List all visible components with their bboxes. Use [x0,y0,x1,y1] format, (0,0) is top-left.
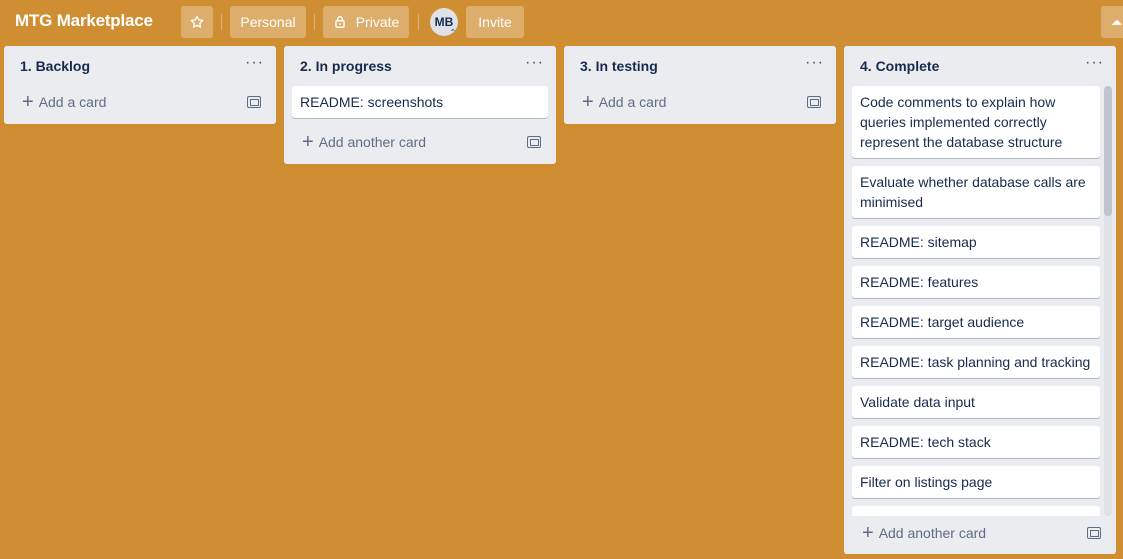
star-icon [190,15,204,28]
list-header: 1. Backlog ··· [4,46,276,86]
card-title: README: features [860,274,979,290]
card-template-icon[interactable] [527,136,541,148]
header-divider [418,14,419,30]
list-complete: 4. Complete ··· Code comments to explain… [844,46,1116,554]
plus-icon: + [862,522,874,544]
add-card-footer: + Add another card [844,516,1116,554]
card-title: Evaluate whether database calls are mini… [860,174,1086,210]
add-card-label: Add a card [598,94,667,110]
card[interactable]: README: tech stack [852,426,1100,458]
add-card-button[interactable]: + Add another card [852,519,1062,547]
card-title: README: target audience [860,314,1025,330]
menu-icon [1111,19,1123,25]
list-menu-icon[interactable]: ··· [805,54,824,72]
card-title: README: task planning and tracking [860,354,1091,370]
list-title[interactable]: 3. In testing [580,58,658,74]
add-card-button[interactable]: + Add another card [292,128,502,156]
add-card-label: Add another card [878,525,987,541]
plus-icon: + [22,91,34,113]
star-button[interactable] [181,6,213,38]
card-template-icon[interactable] [1087,527,1101,539]
card-title: README: sitemap [860,234,977,250]
list-menu-icon[interactable]: ··· [525,54,544,72]
list-header: 4. Complete ··· [844,46,1116,86]
list-in-testing: 3. In testing ··· + Add a card [564,46,836,124]
list-backlog: 1. Backlog ··· + Add a card [4,46,276,124]
list-header: 3. In testing ··· [564,46,836,86]
card[interactable]: README: target audience [852,306,1100,338]
list-title[interactable]: 2. In progress [300,58,392,74]
board-header: MTG Marketplace Personal Private MB ⌃ In… [0,0,1123,44]
card-title: README: tech stack [860,434,991,450]
invite-button[interactable]: Invite [466,6,524,38]
member-avatar[interactable]: MB ⌃ [430,8,458,37]
card[interactable]: README: sitemap [852,226,1100,258]
card-template-icon[interactable] [807,96,821,108]
list-in-progress: 2. In progress ··· README: screenshots +… [284,46,556,164]
card[interactable]: README: features [852,266,1100,298]
add-card-button[interactable]: + Add a card [572,88,782,116]
card[interactable]: Evaluate whether database calls are mini… [852,166,1100,218]
admin-chevron-icon: ⌃ [449,28,457,37]
card[interactable]: Code comments to explain how queries imp… [852,86,1100,158]
card[interactable]: Validate data input [852,386,1100,418]
plus-icon: + [302,131,314,153]
visibility-label: Private [355,14,400,30]
add-card-button[interactable]: + Add a card [12,88,222,116]
header-divider [221,14,222,30]
workspace-label: Personal [240,14,296,30]
list-header: 2. In progress ··· [284,46,556,86]
card-title: README: screenshots [300,94,444,110]
invite-label: Invite [478,14,512,30]
lock-icon [334,16,345,28]
add-card-label: Add a card [38,94,107,110]
visibility-button[interactable]: Private [323,6,409,38]
list-menu-icon[interactable]: ··· [245,54,264,72]
show-menu-button[interactable] [1101,6,1123,38]
avatar-initials: MB [434,15,454,29]
card-template-icon[interactable] [247,96,261,108]
board-title[interactable]: MTG Marketplace [15,11,153,31]
card-title: Validate data input [860,394,975,410]
list-scrollbar[interactable] [1104,86,1112,516]
card-title: Code comments to explain how queries imp… [860,94,1063,150]
header-divider [314,14,315,30]
card[interactable]: README: task planning and tracking [852,346,1100,378]
plus-icon: + [582,91,594,113]
add-card-label: Add another card [318,134,427,150]
card[interactable]: Filter on listings page [852,466,1100,498]
list-title[interactable]: 1. Backlog [20,58,90,74]
list-menu-icon[interactable]: ··· [1085,54,1104,72]
workspace-button[interactable]: Personal [230,6,306,38]
card[interactable]: README: screenshots [292,86,548,118]
list-title[interactable]: 4. Complete [860,58,939,74]
list-scrollbar-thumb[interactable] [1104,86,1112,216]
card-title: Filter on listings page [860,474,993,490]
